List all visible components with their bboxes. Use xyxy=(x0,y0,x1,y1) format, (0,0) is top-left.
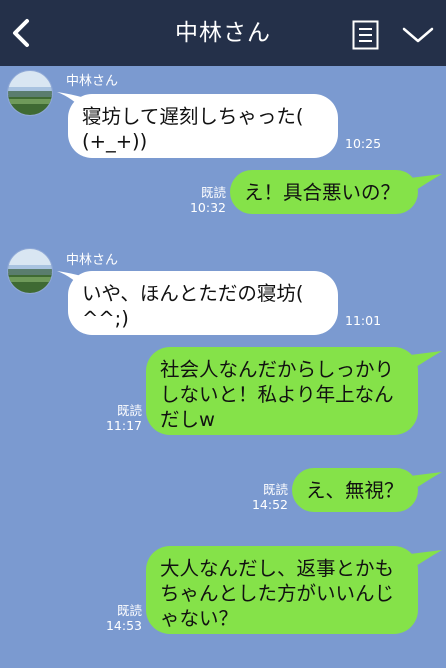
bubble-tail xyxy=(410,351,442,371)
chat-header: 中林さん xyxy=(0,0,446,66)
timestamp: 11:17 xyxy=(105,418,142,433)
note-icon[interactable] xyxy=(352,20,379,50)
read-receipt: 既読 xyxy=(262,482,288,497)
bubble-tail xyxy=(410,174,442,194)
message-bubble-incoming[interactable]: いや、ほんとただの寝坊( ^^;) xyxy=(68,271,338,335)
timestamp: 11:01 xyxy=(345,313,382,328)
message-read-time: 既読 11:17 xyxy=(96,403,142,433)
message-read-time: 既読 14:53 xyxy=(96,603,142,633)
message-line: 寝坊して遅刻しちゃった( xyxy=(82,105,304,128)
timestamp: 10:32 xyxy=(189,200,226,215)
message-line: え！具合悪いの？ xyxy=(244,181,401,204)
message-bubble-outgoing[interactable]: え、無視？ xyxy=(292,468,418,512)
message-time: 10:25 xyxy=(345,136,381,151)
message-time: 11:01 xyxy=(345,313,381,328)
message-line: 社会人なんだからしっかり xyxy=(160,358,395,381)
message-line: ^^;) xyxy=(82,307,129,330)
message-line: ちゃんとした方がいいんじ xyxy=(160,582,395,605)
read-receipt: 既読 xyxy=(116,403,142,418)
avatar-landscape-image xyxy=(8,71,52,115)
message-bubble-outgoing[interactable]: え！具合悪いの？ xyxy=(230,170,418,214)
avatar-landscape-image xyxy=(8,249,52,293)
read-receipt: 既読 xyxy=(200,185,226,200)
timestamp: 14:53 xyxy=(105,618,142,633)
message-bubble-outgoing[interactable]: 大人なんだし、返事とかも ちゃんとした方がいいんじ ゃない？ xyxy=(146,546,418,634)
avatar[interactable] xyxy=(7,70,53,116)
message-line: だしw xyxy=(160,408,215,431)
message-bubble-incoming[interactable]: 寝坊して遅刻しちゃった( (+_+)) xyxy=(68,94,338,158)
message-line: え、無視？ xyxy=(306,479,404,502)
message-line: いや、ほんとただの寝坊( xyxy=(82,282,304,305)
message-read-time: 既読 14:52 xyxy=(242,482,288,512)
message-line: 大人なんだし、返事とかも xyxy=(160,557,395,580)
chevron-down-icon[interactable] xyxy=(401,24,435,46)
read-receipt: 既読 xyxy=(116,603,142,618)
sender-name: 中林さん xyxy=(66,74,119,89)
message-line: ゃない？ xyxy=(160,607,239,630)
sender-name: 中林さん xyxy=(66,253,119,268)
avatar[interactable] xyxy=(7,248,53,294)
bubble-tail xyxy=(410,472,442,492)
message-bubble-outgoing[interactable]: 社会人なんだからしっかり しないと！私より年上なん だしw xyxy=(146,347,418,435)
bubble-tail xyxy=(410,550,442,570)
message-line: (+_+)) xyxy=(82,130,148,153)
timestamp: 14:52 xyxy=(251,497,288,512)
timestamp: 10:25 xyxy=(345,136,382,151)
message-line: しないと！私より年上なん xyxy=(160,383,394,406)
chat-title: 中林さん xyxy=(175,20,271,46)
message-read-time: 既読 10:32 xyxy=(180,185,226,215)
